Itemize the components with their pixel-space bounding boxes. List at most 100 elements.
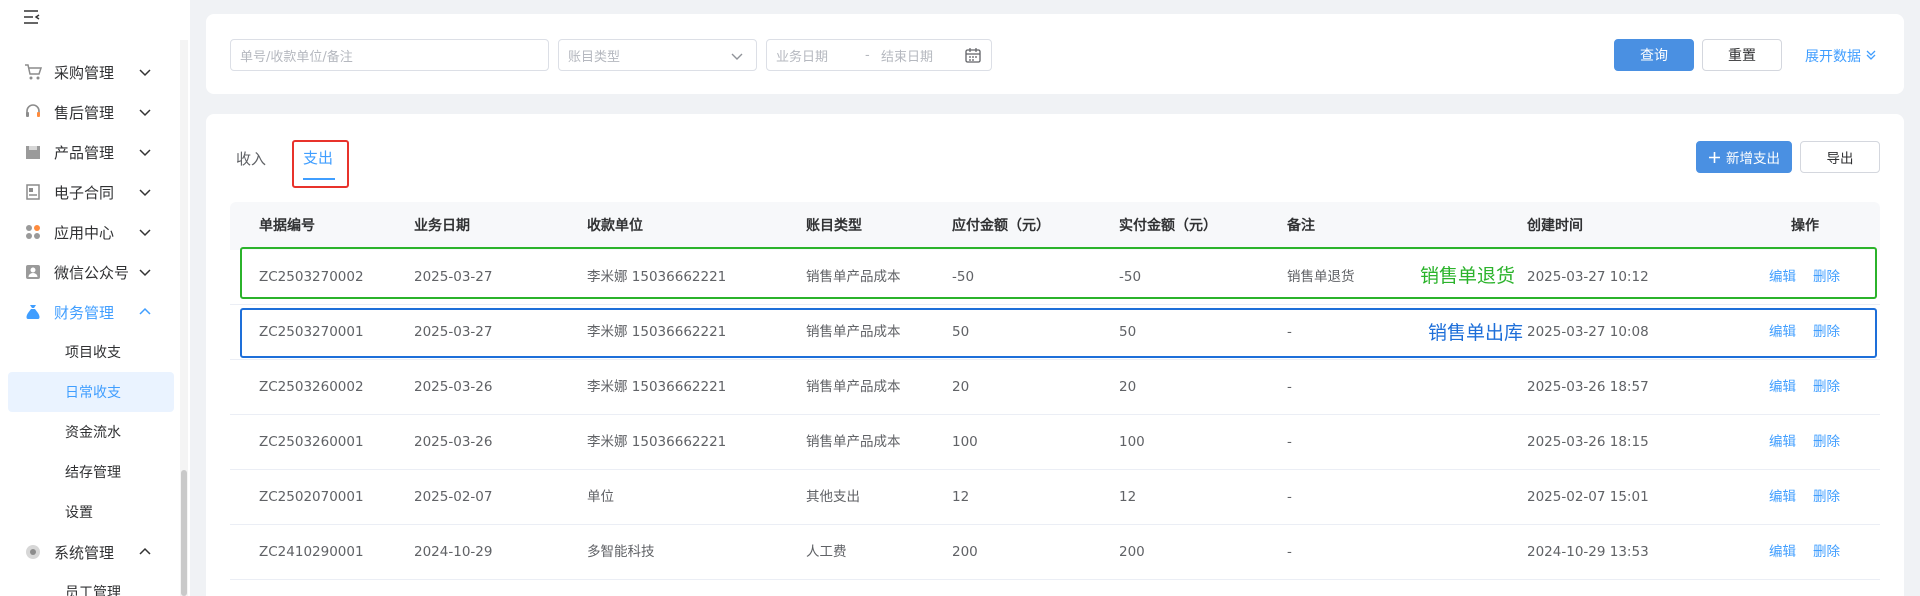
sidebar-item-wechat[interactable]: 微信公众号 bbox=[0, 252, 178, 292]
highlight-box-green bbox=[240, 247, 1877, 299]
cell-created: 2025-03-26 18:15 bbox=[1527, 434, 1649, 450]
edit-link[interactable]: 编辑 bbox=[1769, 525, 1796, 580]
cell-created: 2025-03-26 18:57 bbox=[1527, 379, 1649, 395]
cell-type: 人工费 bbox=[806, 544, 847, 560]
sidebar-item-aftersales[interactable]: 售后管理 bbox=[0, 92, 178, 132]
cell-remark: - bbox=[1287, 379, 1292, 395]
cell-remark: - bbox=[1287, 544, 1292, 560]
cell-due: 100 bbox=[952, 434, 978, 450]
chevron-down-icon bbox=[138, 145, 152, 159]
wechat-user-icon bbox=[24, 263, 42, 281]
settings-icon bbox=[24, 543, 42, 561]
sidebar-subitem-cashflow[interactable]: 资金流水 bbox=[8, 412, 174, 452]
edit-link[interactable]: 编辑 bbox=[1769, 360, 1796, 415]
menu-fold-icon[interactable] bbox=[22, 8, 44, 30]
sidebar-subitem-staff[interactable]: 员工管理 bbox=[8, 572, 174, 596]
sidebar-item-contract[interactable]: 电子合同 bbox=[0, 172, 178, 212]
chevron-down-icon bbox=[138, 225, 152, 239]
sidebar-item-label: 采购管理 bbox=[54, 63, 115, 82]
tab-income[interactable]: 收入 bbox=[236, 148, 266, 169]
end-date-placeholder[interactable]: 结束日期 bbox=[881, 46, 933, 65]
table-row: ZC2503260002 2025-03-26 李米娜 15036662221 销售单… bbox=[230, 360, 1880, 415]
calendar-icon bbox=[964, 47, 982, 69]
sidebar-scrollbar-thumb[interactable] bbox=[181, 470, 187, 596]
chevron-down-icon bbox=[138, 265, 152, 279]
cell-type: 销售单产品成本 bbox=[806, 434, 901, 450]
edit-link[interactable]: 编辑 bbox=[1769, 415, 1796, 470]
sidebar-item-product[interactable]: 产品管理 bbox=[0, 132, 178, 172]
delete-link[interactable]: 删除 bbox=[1813, 525, 1840, 580]
cell-id: ZC2410290001 bbox=[259, 544, 364, 560]
highlight-box-red bbox=[292, 140, 349, 188]
search-placeholder: 单号/收款单位/备注 bbox=[240, 49, 353, 65]
cell-created: 2025-02-07 15:01 bbox=[1527, 489, 1649, 505]
sidebar-item-label: 产品管理 bbox=[54, 143, 115, 162]
cell-payee: 多智能科技 bbox=[587, 544, 655, 560]
headset-icon bbox=[24, 103, 42, 121]
cell-paid: 12 bbox=[1119, 489, 1137, 505]
chevron-down-icon bbox=[138, 185, 152, 199]
cell-remark: - bbox=[1287, 434, 1292, 450]
expand-data-link[interactable]: 展开数据 bbox=[1805, 46, 1877, 66]
sidebar-item-finance[interactable]: 财务管理 bbox=[0, 292, 178, 332]
cell-type: 其他支出 bbox=[806, 489, 860, 505]
reset-button[interactable]: 重置 bbox=[1702, 39, 1782, 71]
start-date-placeholder[interactable]: 业务日期 bbox=[776, 46, 828, 65]
cell-payee: 李米娜 15036662221 bbox=[587, 434, 727, 450]
cell-due: 20 bbox=[952, 379, 970, 395]
double-chevron-down-icon bbox=[1865, 49, 1877, 65]
edit-link[interactable]: 编辑 bbox=[1769, 470, 1796, 525]
sidebar-item-label: 应用中心 bbox=[54, 223, 115, 242]
cell-paid: 200 bbox=[1119, 544, 1145, 560]
search-input[interactable]: 单号/收款单位/备注 bbox=[230, 39, 549, 71]
column-header-id: 单据编号 bbox=[259, 218, 315, 234]
column-header-actions: 操作 bbox=[1791, 218, 1819, 234]
cell-due: 200 bbox=[952, 544, 978, 560]
delete-link[interactable]: 删除 bbox=[1813, 360, 1840, 415]
column-header-paid: 实付金额（元） bbox=[1119, 218, 1217, 234]
sidebar-item-label: 电子合同 bbox=[54, 183, 115, 202]
sidebar-subitem-balance[interactable]: 结存管理 bbox=[8, 452, 174, 492]
sidebar-subitem-daily[interactable]: 日常收支 bbox=[8, 372, 174, 412]
sidebar-subitem-project[interactable]: 项目收支 bbox=[8, 332, 174, 372]
cell-remark: - bbox=[1287, 489, 1292, 505]
table-header: 单据编号 业务日期 收款单位 账目类型 应付金额（元） 实付金额（元） 备注 创… bbox=[230, 202, 1880, 250]
cell-due: 12 bbox=[952, 489, 970, 505]
chevron-up-icon bbox=[138, 545, 152, 559]
add-expense-button[interactable]: 新增支出 bbox=[1696, 141, 1792, 173]
contract-icon bbox=[24, 183, 42, 201]
sidebar: 采购管理 售后管理 产品管理 电子合同 应用中心 微信公众号 财务管理 项目收支… bbox=[0, 0, 190, 596]
cell-payee: 李米娜 15036662221 bbox=[587, 379, 727, 395]
column-header-created: 创建时间 bbox=[1527, 218, 1583, 234]
cell-id: ZC2502070001 bbox=[259, 489, 364, 505]
cell-id: ZC2503260002 bbox=[259, 379, 364, 395]
sidebar-item-system[interactable]: 系统管理 bbox=[0, 532, 178, 572]
column-header-payee: 收款单位 bbox=[587, 218, 643, 234]
apps-icon bbox=[24, 223, 42, 241]
sidebar-item-purchase[interactable]: 采购管理 bbox=[0, 52, 178, 92]
money-bag-icon bbox=[24, 303, 42, 321]
box-icon bbox=[24, 143, 42, 161]
table-row: ZC2502070001 2025-02-07 单位 其他支出 12 12 - 2025-02… bbox=[230, 470, 1880, 525]
date-range-picker[interactable]: 业务日期 - 结束日期 bbox=[766, 39, 992, 71]
plus-icon bbox=[1708, 151, 1721, 164]
chevron-down-icon bbox=[138, 105, 152, 119]
sidebar-item-apps[interactable]: 应用中心 bbox=[0, 212, 178, 252]
sidebar-subitem-settings[interactable]: 设置 bbox=[8, 492, 174, 532]
column-header-remark: 备注 bbox=[1287, 218, 1315, 234]
type-select[interactable]: 账目类型 bbox=[558, 39, 757, 71]
cart-icon bbox=[24, 63, 42, 81]
chevron-down-icon bbox=[138, 65, 152, 79]
column-header-date: 业务日期 bbox=[414, 218, 470, 234]
column-header-type: 账目类型 bbox=[806, 218, 862, 234]
export-button[interactable]: 导出 bbox=[1800, 141, 1880, 173]
delete-link[interactable]: 删除 bbox=[1813, 415, 1840, 470]
delete-link[interactable]: 删除 bbox=[1813, 470, 1840, 525]
date-separator: - bbox=[865, 47, 870, 63]
cell-paid: 20 bbox=[1119, 379, 1137, 395]
cell-payee: 单位 bbox=[587, 489, 614, 505]
cell-date: 2025-03-26 bbox=[414, 434, 493, 450]
chevron-up-icon bbox=[138, 305, 152, 319]
table-row: ZC2503260001 2025-03-26 李米娜 15036662221 销售单… bbox=[230, 415, 1880, 470]
query-button[interactable]: 查询 bbox=[1614, 39, 1694, 71]
